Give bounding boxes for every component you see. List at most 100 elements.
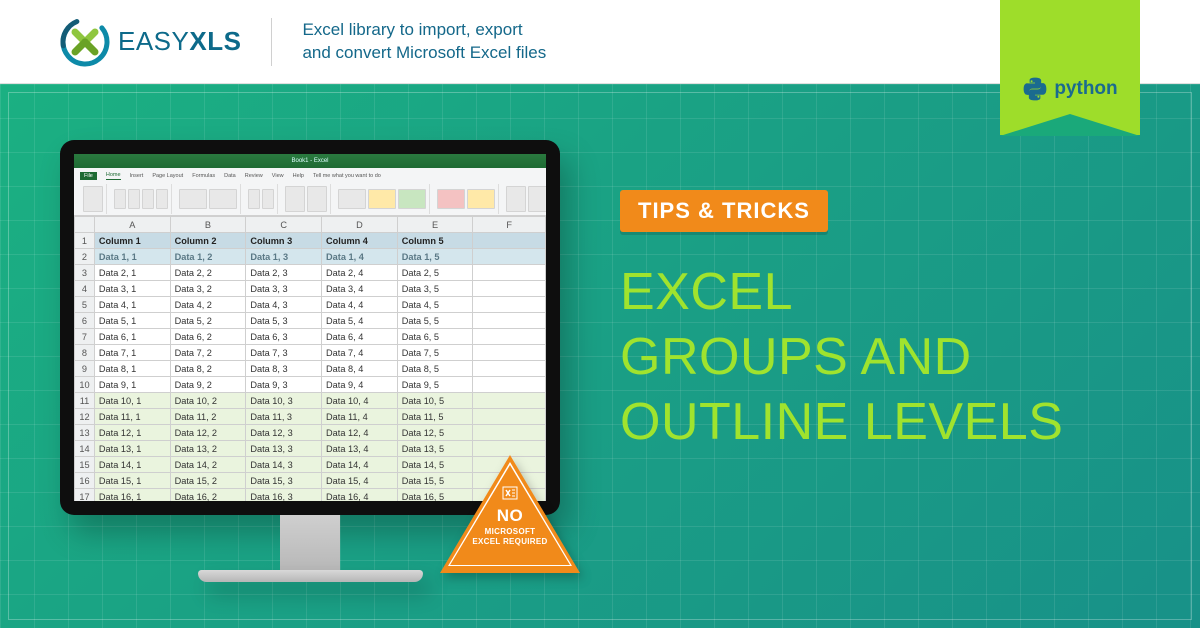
data-cell: Data 1, 1 — [94, 249, 170, 265]
data-cell: Data 16, 4 — [322, 489, 398, 502]
data-cell: Data 15, 2 — [170, 473, 246, 489]
excel-tab: Formulas — [192, 173, 215, 179]
data-cell: Data 15, 1 — [94, 473, 170, 489]
data-cell: Data 8, 3 — [246, 361, 322, 377]
col-letter: A — [94, 217, 170, 233]
row-number: 10 — [75, 377, 95, 393]
row-number: 7 — [75, 329, 95, 345]
data-cell: Data 7, 5 — [397, 345, 473, 361]
empty-cell — [473, 393, 546, 409]
row-number: 2 — [75, 249, 95, 265]
row-number: 9 — [75, 361, 95, 377]
logo: EASYXLS — [60, 17, 241, 67]
empty-cell — [473, 233, 546, 249]
data-cell: Data 11, 2 — [170, 409, 246, 425]
data-cell: Data 16, 1 — [94, 489, 170, 502]
logo-text: EASYXLS — [118, 26, 241, 57]
data-cell: Data 4, 2 — [170, 297, 246, 313]
data-cell: Data 8, 5 — [397, 361, 473, 377]
excel-menu-tabs: FileHomeInsertPage LayoutFormulasDataRev… — [74, 168, 546, 182]
data-cell: Data 10, 4 — [322, 393, 398, 409]
data-cell: Data 9, 2 — [170, 377, 246, 393]
data-cell: Data 11, 3 — [246, 409, 322, 425]
row-number: 6 — [75, 313, 95, 329]
excel-tab: Page Layout — [152, 173, 183, 179]
data-cell: Data 13, 1 — [94, 441, 170, 457]
data-cell: Data 12, 4 — [322, 425, 398, 441]
col-letter: F — [473, 217, 546, 233]
empty-cell — [473, 361, 546, 377]
empty-cell — [473, 345, 546, 361]
data-cell: Data 4, 3 — [246, 297, 322, 313]
data-cell: Data 14, 3 — [246, 457, 322, 473]
row-number: 13 — [75, 425, 95, 441]
column-header: Column 3 — [246, 233, 322, 249]
empty-cell — [473, 329, 546, 345]
title-line3: OUTLINE LEVELS — [620, 390, 1063, 455]
monitor-base — [198, 570, 423, 582]
data-cell: Data 12, 3 — [246, 425, 322, 441]
excel-titlebar: Book1 - Excel — [74, 154, 546, 168]
row-number: 12 — [75, 409, 95, 425]
excel-tab: Insert — [130, 173, 144, 179]
data-cell: Data 2, 2 — [170, 265, 246, 281]
warning-no: NO — [452, 506, 568, 526]
data-cell: Data 4, 5 — [397, 297, 473, 313]
python-icon — [1022, 76, 1048, 102]
empty-cell — [473, 425, 546, 441]
data-cell: Data 5, 1 — [94, 313, 170, 329]
tagline-line1: Excel library to import, export — [302, 19, 546, 42]
data-cell: Data 10, 1 — [94, 393, 170, 409]
title-line1: EXCEL — [620, 260, 1063, 325]
empty-cell — [473, 409, 546, 425]
data-cell: Data 2, 3 — [246, 265, 322, 281]
row-number: 4 — [75, 281, 95, 297]
excel-tab: Tell me what you want to do — [313, 173, 381, 179]
tagline-line2: and convert Microsoft Excel files — [302, 42, 546, 65]
logo-mark-icon — [60, 17, 110, 67]
excel-title: Book1 - Excel — [291, 158, 328, 164]
data-cell: Data 5, 4 — [322, 313, 398, 329]
data-cell: Data 7, 3 — [246, 345, 322, 361]
data-cell: Data 3, 3 — [246, 281, 322, 297]
row-number: 11 — [75, 393, 95, 409]
excel-tab: View — [272, 173, 284, 179]
data-cell: Data 9, 5 — [397, 377, 473, 393]
row-number: 16 — [75, 473, 95, 489]
data-cell: Data 1, 4 — [322, 249, 398, 265]
column-header: Column 1 — [94, 233, 170, 249]
data-cell: Data 11, 5 — [397, 409, 473, 425]
data-cell: Data 16, 3 — [246, 489, 322, 502]
monitor-neck — [280, 515, 340, 570]
data-cell: Data 7, 4 — [322, 345, 398, 361]
data-cell: Data 16, 2 — [170, 489, 246, 502]
data-cell: Data 1, 5 — [397, 249, 473, 265]
column-header: Column 5 — [397, 233, 473, 249]
col-letter: B — [170, 217, 246, 233]
excel-tab: Home — [106, 172, 121, 180]
logo-text-bold: XLS — [189, 26, 241, 56]
logo-text-light: EASY — [118, 26, 189, 56]
excel-screenshot: Book1 - Excel FileHomeInsertPage LayoutF… — [74, 154, 546, 501]
empty-cell — [473, 281, 546, 297]
data-cell: Data 7, 2 — [170, 345, 246, 361]
data-cell: Data 10, 3 — [246, 393, 322, 409]
excel-x-icon — [452, 485, 568, 504]
data-cell: Data 3, 2 — [170, 281, 246, 297]
empty-cell — [473, 265, 546, 281]
excel-tab: Review — [245, 173, 263, 179]
main-title: EXCEL GROUPS AND OUTLINE LEVELS — [620, 260, 1063, 455]
row-number: 15 — [75, 457, 95, 473]
col-letter: E — [397, 217, 473, 233]
row-number: 3 — [75, 265, 95, 281]
empty-cell — [473, 377, 546, 393]
data-cell: Data 2, 4 — [322, 265, 398, 281]
data-cell: Data 7, 1 — [94, 345, 170, 361]
data-cell: Data 8, 2 — [170, 361, 246, 377]
data-cell: Data 15, 3 — [246, 473, 322, 489]
excel-ribbon-icons — [74, 182, 546, 216]
warning-line2: EXCEL REQUIRED — [452, 537, 568, 546]
row-number: 8 — [75, 345, 95, 361]
data-cell: Data 4, 4 — [322, 297, 398, 313]
data-cell: Data 10, 5 — [397, 393, 473, 409]
